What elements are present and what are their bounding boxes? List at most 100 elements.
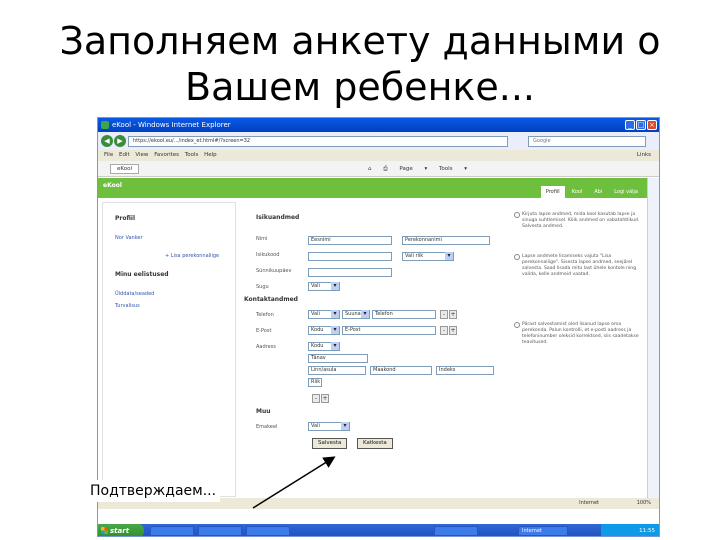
- taskbar-item[interactable]: [246, 526, 290, 536]
- vertical-scrollbar[interactable]: [647, 178, 659, 498]
- address-label: Aadress: [256, 344, 276, 350]
- last-name-field[interactable]: Perekonnanimi: [402, 236, 490, 245]
- menu-edit[interactable]: Edit: [119, 152, 130, 158]
- windows-logo-icon: [101, 527, 108, 534]
- slide-title-line1: Заполняем анкету данными о: [59, 19, 661, 63]
- phone-field[interactable]: Telefon: [372, 310, 436, 319]
- browser-tab[interactable]: eKool: [110, 164, 139, 174]
- email-remove-button[interactable]: -: [440, 326, 448, 335]
- menu-view[interactable]: View: [135, 152, 148, 158]
- phone-type-select[interactable]: Vali: [308, 310, 340, 319]
- address-type-select[interactable]: Kodu: [308, 342, 340, 351]
- first-name-field[interactable]: Eesnimi: [308, 236, 392, 245]
- birth-field[interactable]: [308, 268, 392, 277]
- slide-title: Заполняем анкету данными о Вашем ребенке…: [0, 18, 720, 110]
- contact-section-title: Kontaktandmed: [244, 296, 298, 303]
- url-input[interactable]: https://ekool.eu/.../index_et.html#/?scr…: [128, 136, 508, 147]
- maximize-button[interactable]: □: [636, 120, 646, 130]
- clock: 11:55: [639, 528, 655, 534]
- birth-label: Sünnikuupäev: [256, 268, 292, 274]
- taskbar-item[interactable]: [198, 526, 242, 536]
- add-parent-link[interactable]: + Lisa perekonnaliige: [165, 253, 219, 259]
- home-icon[interactable]: ⌂: [368, 166, 372, 172]
- profile-link[interactable]: Nor Vanker: [115, 235, 143, 241]
- window-title: eKool - Windows Internet Explorer: [112, 121, 231, 129]
- help-column: Kirjuta lapse andmed, mida kool kasutab …: [512, 202, 644, 497]
- menu-favorites[interactable]: Favorites: [154, 152, 179, 158]
- print-icon[interactable]: ⎙: [383, 166, 387, 172]
- browser-screenshot: eKool - Windows Internet Explorer _ □ × …: [97, 117, 660, 537]
- tab-help[interactable]: Abi: [589, 186, 607, 198]
- left-sidebar: Profiil Nor Vanker + Lisa perekonnaliige…: [102, 202, 236, 497]
- taskbar-item[interactable]: [434, 526, 478, 536]
- close-button[interactable]: ×: [647, 120, 657, 130]
- address-bar: ◀ ▶ https://ekool.eu/.../index_et.html#/…: [98, 132, 659, 150]
- preferences-heading: Minu eelistused: [115, 271, 169, 278]
- page-menu[interactable]: Page ▾: [399, 166, 427, 172]
- zoom-level[interactable]: 100%: [637, 498, 651, 509]
- phone-remove-button[interactable]: -: [440, 310, 448, 319]
- help-text-1: Kirjuta lapse andmed, mida kool kasutab …: [522, 212, 640, 229]
- menu-bar: File Edit View Favorites Tools Help Link…: [98, 150, 659, 161]
- security-zone: Internet: [579, 500, 599, 506]
- start-button[interactable]: start: [98, 524, 144, 536]
- id-label: Isikukood: [256, 252, 280, 258]
- profile-heading: Profiil: [115, 215, 136, 222]
- taskbar: start Internet 11:55: [98, 524, 659, 536]
- country-select[interactable]: Vali riik: [402, 252, 454, 261]
- email-field[interactable]: E-Post: [342, 326, 436, 335]
- country-field[interactable]: Riik: [308, 378, 322, 387]
- email-label: E-Post: [256, 328, 272, 334]
- address-add-button[interactable]: +: [321, 394, 329, 403]
- help-text-3: Pärast salvestamist oled lisanud lapse o…: [522, 322, 639, 345]
- tab-school[interactable]: Kool: [567, 186, 588, 198]
- gender-label: Sugu: [256, 284, 269, 290]
- links-label[interactable]: Links: [637, 150, 651, 161]
- cancel-button[interactable]: Katkesta: [357, 438, 393, 449]
- name-label: Nimi: [256, 236, 268, 242]
- language-select[interactable]: Vali: [308, 422, 350, 431]
- tools-menu[interactable]: Tools ▾: [439, 166, 467, 172]
- street-field[interactable]: Tänav: [308, 354, 368, 363]
- address-remove-button[interactable]: -: [312, 394, 320, 403]
- favorites-bar: eKool ⌂ ⎙ Page ▾ Tools ▾: [98, 161, 659, 177]
- personal-section-title: Isikuandmed: [256, 214, 300, 221]
- city-field[interactable]: Linn/asula: [308, 366, 366, 375]
- app-header: eKool Profiil Kool Abi Logi välja: [98, 178, 647, 198]
- minimize-button[interactable]: _: [625, 120, 635, 130]
- county-field[interactable]: Maakond: [370, 366, 432, 375]
- general-settings-link[interactable]: Ülddata/seaded: [115, 291, 154, 297]
- phone-label: Telefon: [256, 312, 274, 318]
- info-icon: [514, 254, 520, 260]
- window-titlebar: eKool - Windows Internet Explorer _ □ ×: [98, 118, 659, 132]
- info-icon: [514, 212, 520, 218]
- phone-add-button[interactable]: +: [449, 310, 457, 319]
- child-form: Isikuandmed Nimi Eesnimi Perekonnanimi I…: [240, 202, 510, 497]
- other-section-title: Muu: [256, 408, 271, 415]
- ekool-logo: eKool: [103, 182, 122, 189]
- phone-prefix-select[interactable]: Suunas: [342, 310, 370, 319]
- menu-tools[interactable]: Tools: [185, 152, 199, 158]
- email-type-select[interactable]: Kodu: [308, 326, 340, 335]
- taskbar-item-internet[interactable]: Internet: [518, 526, 568, 536]
- slide-title-line2: Вашем ребенке...: [185, 65, 535, 109]
- save-button[interactable]: Salvesta: [312, 438, 348, 449]
- language-label: Emakeel: [256, 424, 278, 430]
- command-bar: ⌂ ⎙ Page ▾ Tools ▾: [368, 164, 467, 174]
- forward-icon[interactable]: ▶: [114, 135, 126, 147]
- id-field[interactable]: [308, 252, 392, 261]
- system-tray: 11:55: [601, 524, 659, 536]
- menu-file[interactable]: File: [104, 152, 113, 158]
- back-icon[interactable]: ◀: [101, 135, 113, 147]
- zip-field[interactable]: Indeks: [436, 366, 494, 375]
- taskbar-item[interactable]: [150, 526, 194, 536]
- email-add-button[interactable]: +: [449, 326, 457, 335]
- gender-select[interactable]: Vali: [308, 282, 340, 291]
- security-link[interactable]: Turvalisus: [115, 303, 140, 309]
- tab-logout[interactable]: Logi välja: [609, 186, 643, 198]
- menu-help[interactable]: Help: [204, 152, 217, 158]
- tab-profile[interactable]: Profiil: [540, 186, 565, 198]
- search-input[interactable]: Google: [528, 136, 646, 147]
- info-icon: [514, 322, 520, 328]
- ie-logo-icon: [101, 121, 109, 129]
